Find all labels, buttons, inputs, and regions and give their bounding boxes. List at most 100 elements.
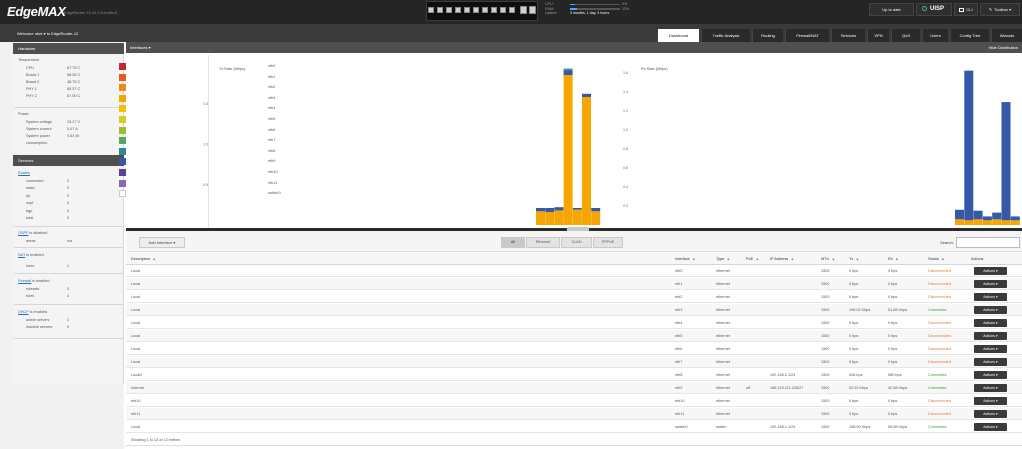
table-row: eth11 eth11 ethernet 1500 0 bps 0 bps Disconne… (126, 408, 1022, 420)
welcome-user-menu[interactable]: Welcome ubnt ▾ to EdgeRouter-12 (17, 31, 78, 36)
actions-button[interactable]: Actions ▾ (974, 423, 1007, 431)
tab-firewall-nat[interactable]: Firewall/NAT (785, 29, 829, 42)
wrench-icon: ✎ (988, 7, 993, 12)
cell-iface: eth6 (675, 347, 683, 351)
legend-swatch-eth5[interactable] (119, 116, 126, 123)
toolbox-button[interactable]: ✎ Toolbox ▾ (980, 3, 1020, 16)
update-status-button[interactable]: Up to date (869, 3, 914, 16)
filter-all[interactable]: All (501, 237, 525, 248)
firewall-link[interactable]: Firewall (18, 279, 31, 283)
filter-pppoe[interactable]: PPPoE (593, 237, 623, 248)
cli-button[interactable]: CLI (954, 3, 978, 16)
hide-distribution-link[interactable]: Hide Distribution (989, 42, 1018, 53)
actions-button[interactable]: Actions ▾ (974, 358, 1007, 366)
routes-value: 0 (67, 208, 70, 213)
cell-rx: 0 bps (888, 321, 898, 325)
bar-segment (572, 209, 582, 225)
hardware-panel-title: Hardware (13, 43, 124, 54)
column-label: Interface (675, 257, 690, 261)
legend-swatch-eth1[interactable] (119, 73, 126, 81)
ethernet-port-icon (482, 7, 488, 13)
tab-dashboard[interactable]: Dashboard (657, 29, 699, 42)
routes-link[interactable]: Routes (18, 171, 30, 175)
cpu-bar-fill (570, 3, 575, 5)
table-row: Local eth4 ethernet 1500 0 bps 0 bps Disconnec… (126, 317, 1022, 329)
filter-vlan[interactable]: VLAN (561, 237, 592, 248)
add-interface-button[interactable]: Add Interface ▾ (139, 237, 185, 248)
legend-swatch-eth9[interactable] (119, 158, 126, 166)
cell-desc: Internet (131, 386, 144, 390)
nat-rules-value: 1 (67, 264, 70, 268)
column-header-rx[interactable]: Rx ◆ (888, 257, 898, 261)
cell-desc: Local2 (131, 373, 143, 377)
column-header-status[interactable]: Status ◆ (928, 257, 944, 261)
cell-rx: 0 bps (888, 347, 898, 351)
actions-button[interactable]: Actions ▾ (974, 345, 1007, 353)
actions-button[interactable]: Actions ▾ (974, 293, 1007, 301)
tab-users[interactable]: Users (922, 29, 948, 42)
tab-wizards[interactable]: Wizards (991, 29, 1022, 42)
column-header-mtu[interactable]: MTU ◆ (821, 257, 835, 261)
services-panel-title: Services (13, 155, 124, 166)
bar-segment (563, 68, 573, 71)
legend-swatch-eth6[interactable] (119, 126, 126, 134)
cell-rx: 560 bps (888, 373, 902, 377)
bar-segment (554, 210, 564, 225)
actions-button[interactable]: Actions ▾ (974, 384, 1007, 392)
uisp-button[interactable]: UISP (916, 3, 952, 16)
tab-vpn[interactable]: VPN (867, 29, 889, 42)
column-header-tx[interactable]: Tx ◆ (849, 257, 859, 261)
actions-button[interactable]: Actions ▾ (974, 280, 1007, 288)
tab-qos[interactable]: QoS (891, 29, 920, 42)
cell-desc: Local (131, 334, 141, 338)
filter-ethernet[interactable]: Ethernet (526, 237, 560, 248)
cell-rx: 0 bps (888, 412, 898, 416)
bar-segment (992, 219, 1002, 225)
legend-swatch-eth2[interactable] (119, 84, 126, 92)
tab-config-tree[interactable]: Config Tree (950, 29, 989, 42)
actions-button[interactable]: Actions ▾ (974, 371, 1007, 379)
firewall-rulesets-label: rulesets (26, 287, 40, 291)
actions-button[interactable]: Actions ▾ (974, 319, 1007, 327)
top-bar: EdgeMAX EdgeRouter 12 v2.0.9-hotfix.6 CP… (0, 0, 1022, 24)
tab-services[interactable]: Services (831, 29, 865, 42)
interfaces-menu[interactable]: Interfaces ▾ (130, 45, 151, 50)
column-header-interface[interactable]: Interface ◆ (675, 257, 695, 261)
ospf-areas-value: n/a (67, 239, 73, 243)
legend-swatch-eth8[interactable] (119, 147, 126, 155)
table-row: Local2 eth8 ethernet 192.168.2.1/24 1500 528 … (126, 369, 1022, 381)
divider (14, 338, 123, 339)
column-header-description[interactable]: Description ◆ (131, 257, 155, 261)
legend-swatch-eth0[interactable] (119, 63, 126, 70)
legend-swatch-eth7[interactable] (119, 137, 126, 145)
actions-button[interactable]: Actions ▾ (974, 306, 1007, 314)
dhcp-link[interactable]: DHCP (18, 310, 29, 314)
ospf-link[interactable]: OSPF (18, 231, 28, 235)
power-value: 0.07 A (67, 127, 78, 131)
legend-swatch-eth3[interactable] (119, 94, 126, 102)
cell-mtu: 1500 (821, 412, 830, 416)
actions-button[interactable]: Actions ▾ (974, 332, 1007, 340)
legend-swatch-eth11[interactable] (119, 179, 126, 187)
legend-swatch-eth4[interactable] (119, 105, 126, 113)
cell-mtu: 1500 (821, 386, 830, 390)
actions-button[interactable]: Actions ▾ (974, 410, 1007, 418)
legend-swatch-eth10[interactable] (119, 169, 126, 176)
column-header-ip-address[interactable]: IP Address ◆ (770, 257, 794, 261)
routes-label: total (26, 216, 34, 220)
search-input[interactable] (956, 237, 1020, 248)
tab-traffic-analysis[interactable]: Traffic Analysis (701, 29, 750, 42)
power-value: 0.63 W (67, 134, 80, 138)
sort-icon: ◆ (756, 257, 759, 261)
column-header-poe[interactable]: PoE ◆ (746, 257, 759, 261)
column-header-type[interactable]: Type ◆ (716, 257, 730, 261)
actions-button[interactable]: Actions ▾ (974, 397, 1007, 405)
actions-button[interactable]: Actions ▾ (974, 267, 1007, 275)
ospf-status: is disabled (28, 231, 48, 235)
tab-routing[interactable]: Routing (752, 29, 783, 42)
cell-desc: Local (131, 347, 141, 351)
bar-segment (982, 220, 992, 225)
legend-swatch-switch0[interactable] (119, 190, 126, 198)
column-header-actions[interactable]: Actions (971, 257, 983, 261)
cell-type: ethernet (716, 360, 730, 364)
